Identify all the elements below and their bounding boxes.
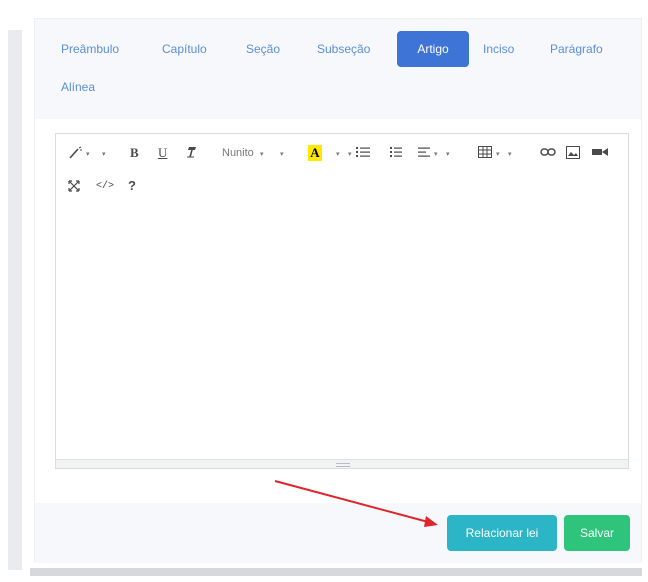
red-arrow-annotation	[274, 480, 438, 527]
